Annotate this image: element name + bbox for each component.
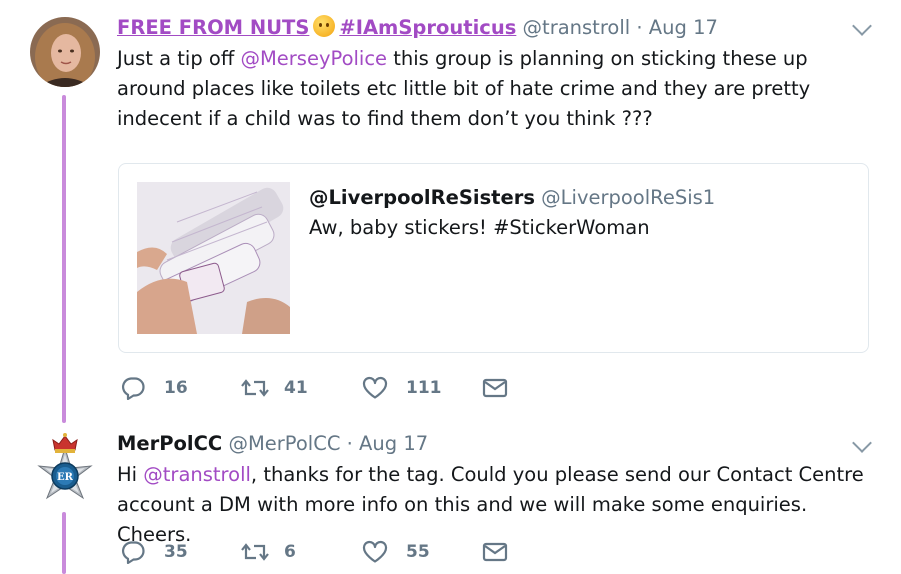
avatar[interactable] — [30, 17, 100, 87]
like-icon — [362, 540, 388, 563]
reply-button[interactable]: 16 — [120, 376, 188, 400]
like-icon — [362, 376, 388, 399]
hugging-face-emoji — [313, 15, 336, 37]
tweet[interactable]: ER MerPolCC @MerPolCC · Aug 17 Hi @trans… — [0, 420, 901, 574]
dm-icon — [482, 542, 508, 562]
chevron-down-icon[interactable] — [852, 433, 872, 453]
svg-text:ER: ER — [57, 472, 74, 483]
reply-icon — [121, 377, 145, 400]
reply-count: 35 — [164, 542, 188, 562]
timestamp[interactable]: Aug 17 — [649, 16, 718, 39]
quoted-tweet-text: Aw, baby stickers! #StickerWoman — [309, 216, 650, 239]
mention-link[interactable]: @transtroll — [143, 463, 251, 486]
retweet-icon — [241, 543, 269, 561]
reply-button[interactable]: 35 — [120, 540, 188, 564]
quoted-handle[interactable]: @LiverpoolReSis1 — [541, 186, 715, 209]
dm-button[interactable] — [482, 376, 508, 400]
tweet-text: Just a tip off @MerseyPolice this group … — [117, 44, 877, 134]
tweet-text: Hi @transtroll, thanks for the tag. Coul… — [117, 460, 877, 550]
chevron-down-icon[interactable] — [852, 16, 872, 36]
quoted-tweet[interactable]: @LiverpoolReSisters @LiverpoolReSis1 Aw,… — [118, 163, 869, 353]
like-count: 55 — [406, 542, 430, 562]
reply-icon — [121, 541, 145, 564]
display-name[interactable]: MerPolCC — [117, 432, 222, 455]
separator: · — [636, 16, 643, 39]
dm-button[interactable] — [482, 540, 508, 564]
retweet-button[interactable]: 6 — [240, 540, 296, 564]
police-badge-avatar[interactable]: ER — [30, 432, 100, 502]
mention-link[interactable]: @MerseyPolice — [240, 47, 387, 70]
display-name[interactable]: FREE FROM NUTS — [117, 16, 309, 39]
quoted-display-name[interactable]: @LiverpoolReSisters — [309, 186, 535, 209]
display-name-hashtag[interactable]: #IAmSprouticus — [339, 16, 516, 39]
like-button[interactable]: 55 — [362, 540, 430, 564]
dm-icon — [482, 378, 508, 398]
quoted-tweet-image[interactable] — [137, 182, 290, 334]
separator: · — [346, 432, 353, 455]
retweet-icon — [241, 379, 269, 397]
retweet-button[interactable]: 41 — [240, 376, 308, 400]
tweet[interactable]: FREE FROM NUTS #IAmSprouticus @transtroll… — [0, 0, 901, 420]
like-button[interactable]: 111 — [362, 376, 442, 400]
retweet-count: 41 — [284, 378, 308, 398]
like-count: 111 — [406, 378, 442, 398]
tweet-header: FREE FROM NUTS #IAmSprouticus @transtroll… — [117, 15, 718, 41]
tweet-text-part: Hi — [117, 463, 144, 486]
handle[interactable]: @transtroll — [523, 16, 631, 39]
tweet-text-part: Just a tip off — [117, 47, 241, 70]
retweet-count: 6 — [284, 542, 296, 562]
quoted-tweet-header: @LiverpoolReSisters @LiverpoolReSis1 — [309, 186, 715, 209]
handle[interactable]: @MerPolCC — [228, 432, 340, 455]
reply-count: 16 — [164, 378, 188, 398]
tweet-header: MerPolCC @MerPolCC · Aug 17 — [117, 431, 428, 457]
timestamp[interactable]: Aug 17 — [359, 432, 428, 455]
